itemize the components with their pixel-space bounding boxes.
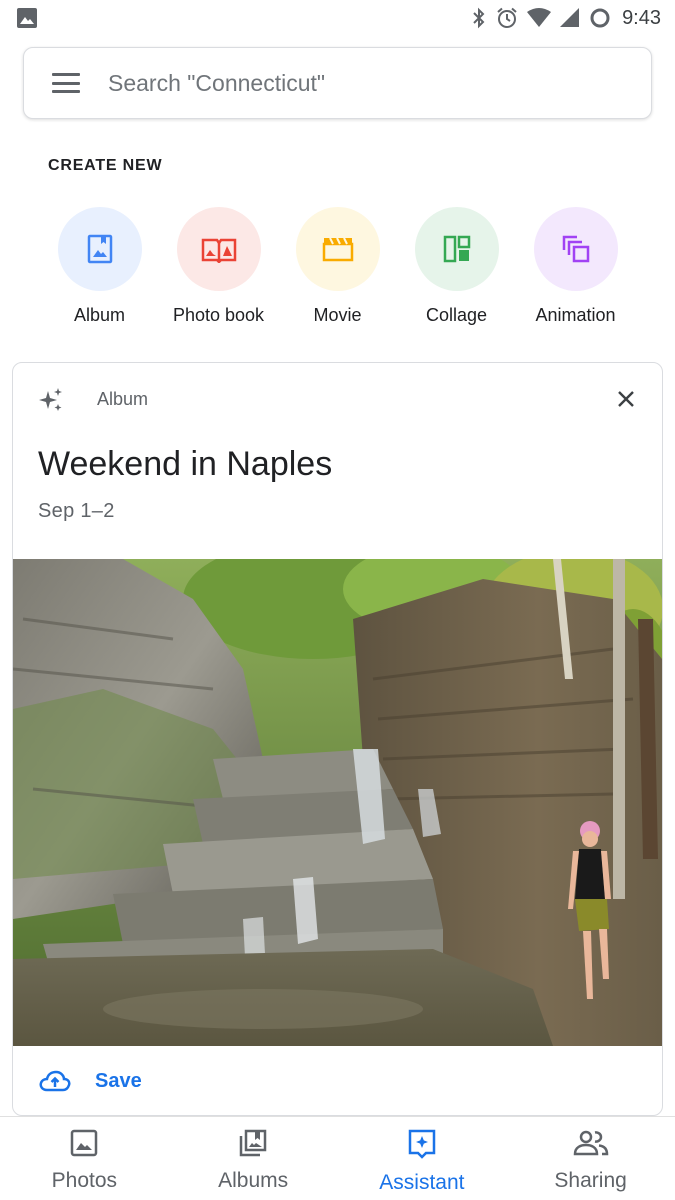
create-photo-book-label: Photo book [172,305,265,325]
cloud-upload-icon[interactable] [39,1069,71,1093]
bottom-navigation: Photos Albums Assistant Sharing [0,1116,675,1200]
nav-item-assistant[interactable]: Assistant [338,1117,507,1200]
collage-icon [414,207,499,291]
nav-label-photos: Photos [51,1169,118,1192]
nav-label-albums: Albums [218,1169,289,1192]
battery-icon [589,7,611,29]
create-album-button[interactable]: Album [40,207,159,326]
create-album-label: Album [73,305,126,325]
bluetooth-icon [471,7,487,29]
album-cover-photo[interactable] [13,559,662,1046]
create-animation-button[interactable]: Animation [516,207,635,326]
card-header: Album [13,363,662,435]
photo-book-icon [176,207,261,291]
create-photo-book-button[interactable]: Photo book [159,207,278,326]
nav-item-photos[interactable]: Photos [0,1117,169,1200]
sharing-icon [573,1128,609,1163]
signal-icon [560,8,580,28]
album-suggestion-card: Album Weekend in Naples Sep 1–2 Save [12,362,663,1116]
albums-icon [238,1128,268,1163]
menu-icon[interactable] [52,73,80,93]
movie-icon [295,207,380,291]
assistant-icon [407,1128,437,1165]
nav-label-sharing: Sharing [554,1169,627,1192]
close-icon[interactable] [616,389,636,414]
nav-item-sharing[interactable]: Sharing [506,1117,675,1200]
status-bar: 9:43 [0,0,675,36]
create-new-heading: CREATE NEW [48,157,163,174]
create-movie-label: Movie [313,305,362,325]
create-new-row: Album Photo book Movie Collage Animation [40,207,635,326]
image-notification-icon [16,7,38,29]
alarm-icon [496,7,518,29]
card-date: Sep 1–2 [38,500,115,522]
search-bar[interactable] [23,47,652,119]
status-time: 9:43 [622,6,661,29]
save-button[interactable]: Save [95,1070,142,1093]
create-collage-button[interactable]: Collage [397,207,516,326]
create-animation-label: Animation [535,305,616,325]
sparkle-icon [38,387,64,418]
card-title: Weekend in Naples [38,445,333,483]
nav-item-albums[interactable]: Albums [169,1117,338,1200]
search-input[interactable] [108,69,588,97]
card-type-label: Album [97,389,149,409]
wifi-icon [527,8,552,28]
create-collage-label: Collage [425,305,488,325]
card-footer: Save [13,1046,662,1115]
create-movie-button[interactable]: Movie [278,207,397,326]
nav-label-assistant: Assistant [379,1171,465,1194]
photos-icon [69,1128,99,1163]
album-icon [57,207,142,291]
animation-icon [533,207,618,291]
